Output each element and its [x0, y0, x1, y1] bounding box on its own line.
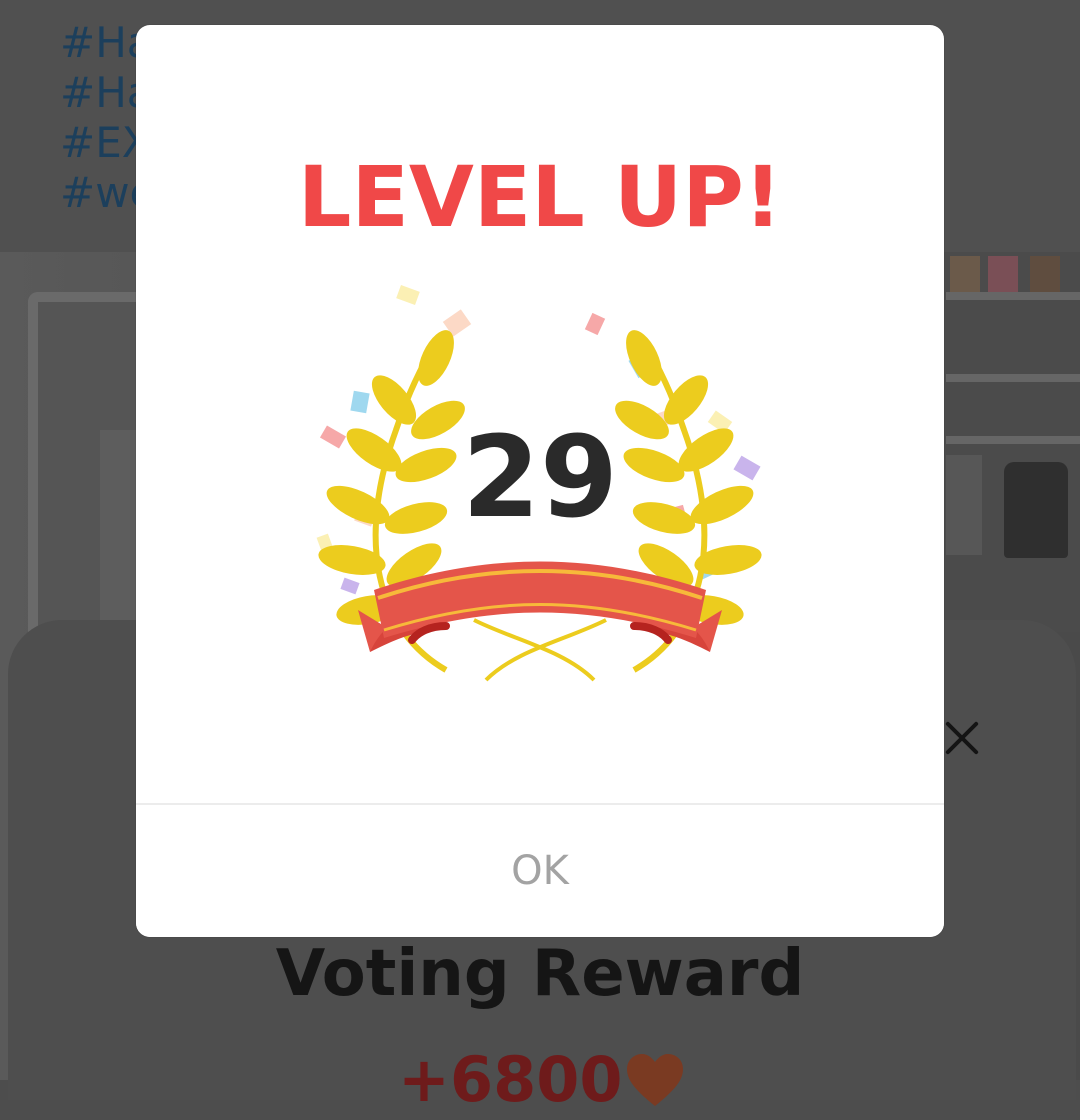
photo-shelf-board	[946, 374, 1080, 382]
close-icon[interactable]	[940, 716, 984, 760]
photo-shelf-board	[946, 292, 1080, 300]
reward-value: +6800	[398, 1043, 623, 1116]
level-up-dialog: LEVEL UP! 29 OK	[136, 25, 944, 937]
photo-book	[950, 256, 980, 292]
photo-shelf-board	[946, 436, 1080, 444]
level-number: 29	[462, 413, 618, 543]
level-up-title: LEVEL UP!	[297, 148, 783, 246]
voting-reward-title: Voting Reward	[275, 937, 805, 1011]
photo-grinder	[1004, 462, 1068, 558]
photo-book	[988, 256, 1018, 292]
photo-book	[1030, 256, 1060, 292]
reward-amount: +6800	[398, 1040, 685, 1120]
photo-kettle	[946, 455, 982, 555]
heart-icon	[626, 1054, 683, 1106]
ok-button[interactable]: OK	[136, 805, 944, 937]
photo-shutter	[100, 430, 140, 650]
